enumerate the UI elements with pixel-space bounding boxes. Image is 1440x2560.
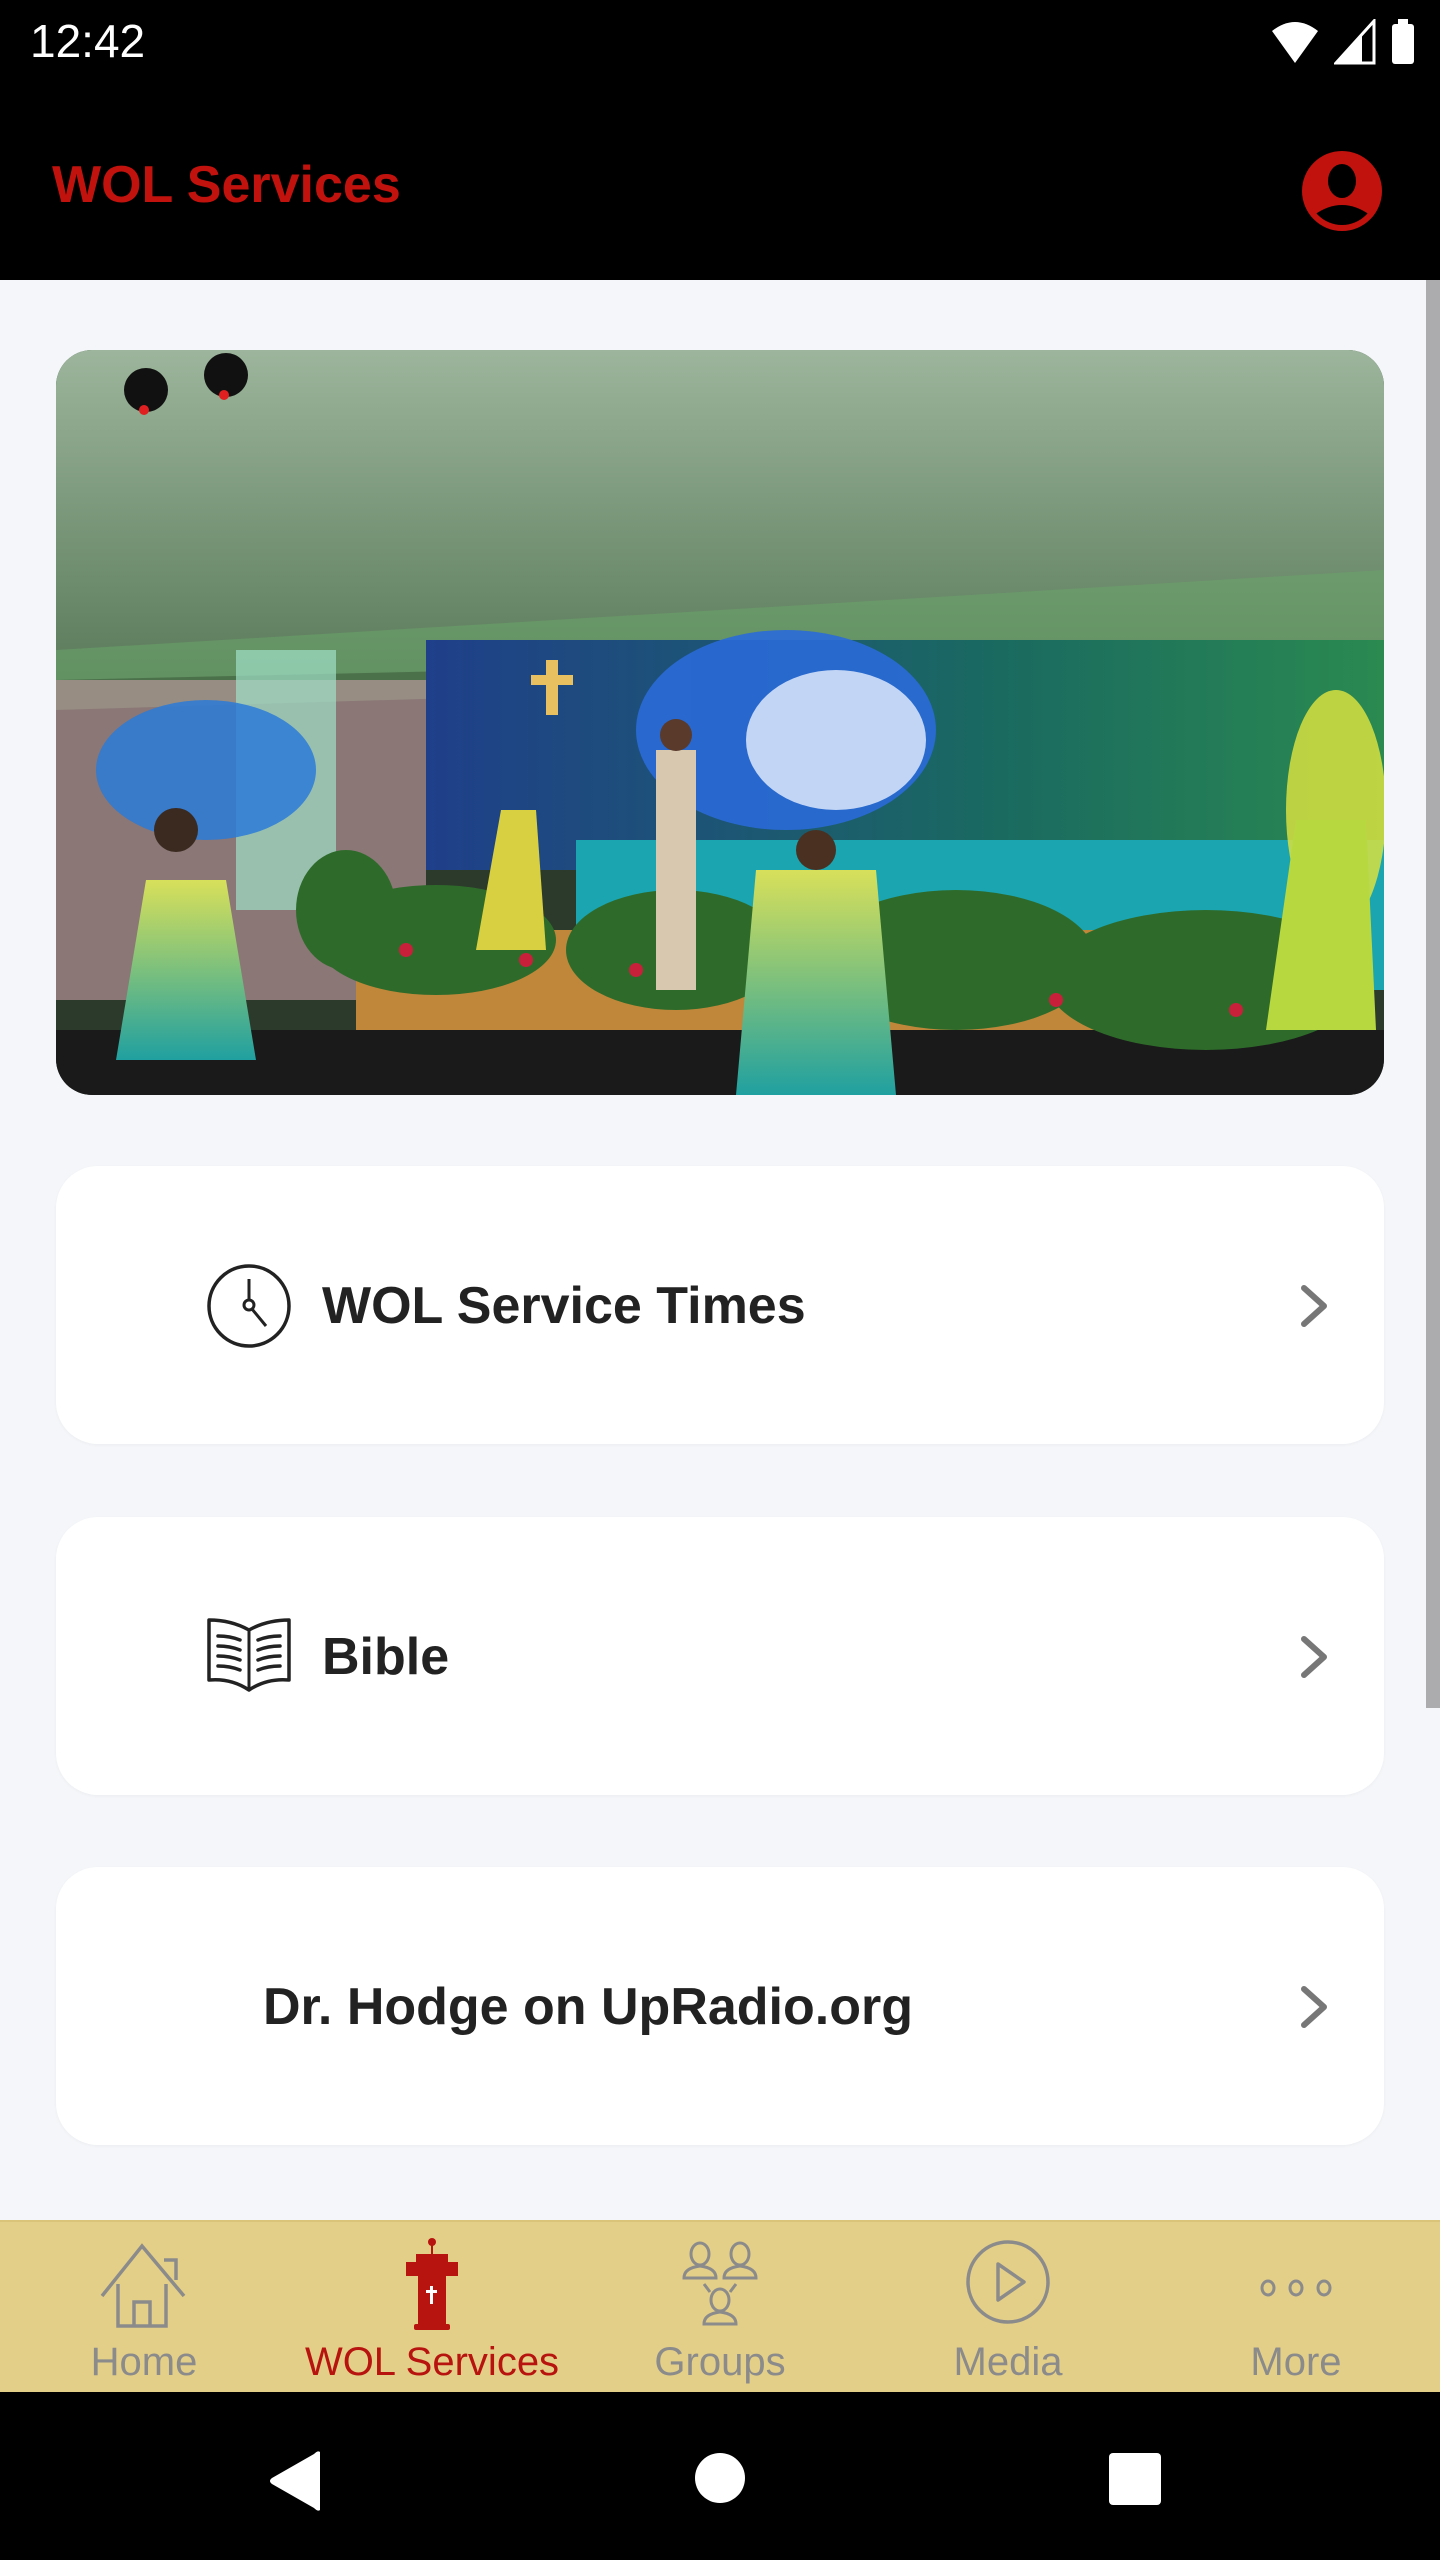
open-book-icon [207,1618,291,1692]
status-bar: 12:42 [0,0,1440,90]
pulpit-icon [406,2238,458,2330]
signal-icon [1334,19,1376,65]
groups-icon [682,2241,758,2326]
menu-item-label: WOL Service Times [322,1277,806,1335]
menu-item-upradio[interactable]: Dr. Hodge on UpRadio.org [56,1867,1384,2145]
profile-button[interactable] [1300,149,1384,233]
bottom-nav: Home WOL Services Groups Media More [0,2220,1440,2392]
system-nav-bar [0,2392,1440,2560]
nav-label: Home [90,2340,198,2384]
play-circle-icon [966,2240,1050,2324]
chevron-right-icon [1301,1285,1327,1327]
nav-tab-home[interactable]: Home [0,2222,288,2392]
status-icons [1270,18,1416,66]
wifi-icon [1272,22,1318,63]
menu-item-label: Bible [322,1628,450,1686]
chevron-right-icon [1301,1986,1327,2028]
nav-label: WOL Services [304,2340,560,2384]
nav-tab-wol-services[interactable]: WOL Services [288,2222,576,2392]
more-dots-icon [1260,2279,1332,2297]
nav-tab-more[interactable]: More [1152,2222,1440,2392]
nav-label: More [1250,2340,1342,2384]
menu-item-label: Dr. Hodge on UpRadio.org [263,1978,913,2036]
app-bar: WOL Services [0,90,1440,280]
recents-icon[interactable] [1108,2452,1162,2506]
battery-icon [1392,19,1414,64]
nav-label: Media [953,2340,1063,2384]
status-time: 12:42 [30,15,146,67]
chevron-right-icon [1301,1636,1327,1678]
nav-tab-media[interactable]: Media [864,2222,1152,2392]
account-circle-icon [1302,151,1382,231]
nav-tab-groups[interactable]: Groups [576,2222,864,2392]
home-icon [100,2243,186,2328]
content-area: WOL Service Times Bible Dr. Hodge on UpR… [0,280,1440,2220]
back-icon[interactable] [268,2450,324,2512]
scrollbar[interactable] [1426,280,1440,1708]
nav-label: Groups [654,2340,786,2384]
home-button-icon[interactable] [694,2452,746,2504]
hero-image [56,350,1384,1095]
menu-item-service-times[interactable]: WOL Service Times [56,1166,1384,1444]
page-title: WOL Services [52,156,401,214]
menu-item-bible[interactable]: Bible [56,1517,1384,1795]
clock-icon [207,1264,291,1348]
